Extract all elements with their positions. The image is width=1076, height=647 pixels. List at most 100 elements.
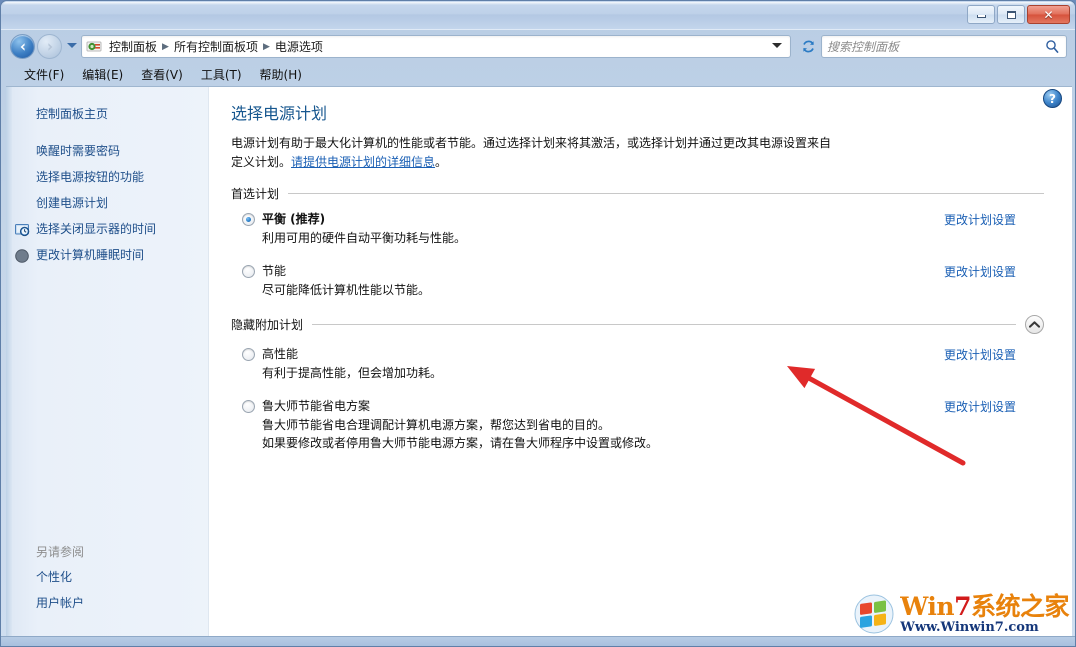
help-icon: ? [1049, 92, 1056, 106]
sidebar-item-require-password[interactable]: 唤醒时需要密码 [6, 138, 208, 164]
close-button[interactable]: ✕ [1027, 5, 1070, 24]
window-controls: ✕ [967, 5, 1070, 24]
see-also-item-personalization[interactable]: 个性化 [6, 564, 208, 590]
breadcrumb: 控制面板 ▶ 所有控制面板项 ▶ 电源选项 [105, 37, 764, 56]
sidebar: 控制面板主页 唤醒时需要密码 选择电源按钮的功能 创建电源计划 选择关闭显示器的… [6, 87, 209, 638]
control-panel-window: ✕ [0, 0, 1076, 647]
plan-row: 鲁大师节能省电方案 [231, 398, 1044, 414]
help-button[interactable]: ? [1043, 89, 1062, 108]
group-title: 首选计划 [231, 185, 279, 202]
change-plan-settings-link-power-saver[interactable]: 更改计划设置 [944, 263, 1016, 280]
plan-name: 节能 [262, 263, 286, 279]
breadcrumb-separator: ▶ [262, 42, 271, 52]
breadcrumb-separator: ▶ [161, 42, 170, 52]
status-bar [1, 636, 1075, 646]
plan-description: 鲁大师节能省电合理调配计算机电源方案，帮您达到省电的目的。 [262, 416, 1044, 434]
plan-name: 平衡 (推荐) [262, 211, 325, 227]
back-button[interactable] [10, 34, 35, 59]
plan-description: 利用可用的硬件自动平衡功耗与性能。 [262, 229, 1044, 247]
group-divider [288, 193, 1044, 194]
forward-arrow-icon [44, 41, 56, 53]
plan-row: 高性能 [231, 346, 1044, 362]
search-input[interactable] [822, 37, 1045, 56]
history-dropdown-button[interactable] [67, 42, 77, 52]
change-plan-settings-link-balanced[interactable]: 更改计划设置 [944, 211, 1016, 228]
menu-bar: 文件(F) 编辑(E) 查看(V) 工具(T) 帮助(H) [1, 63, 1075, 85]
address-dropdown-button[interactable] [764, 42, 790, 52]
chevron-down-icon [67, 42, 77, 49]
chevron-down-icon [772, 42, 782, 49]
watermark-brand-seven: 7 [954, 592, 971, 621]
see-also-title: 另请参阅 [6, 539, 208, 564]
group-heading-preferred-plans: 首选计划 [231, 185, 1044, 202]
sidebar-item-power-button-function[interactable]: 选择电源按钮的功能 [6, 164, 208, 190]
plan-row: 节能 [231, 263, 1044, 279]
change-plan-settings-link-ludashi[interactable]: 更改计划设置 [944, 398, 1016, 415]
group-heading-hidden-plans: 隐藏附加计划 [231, 315, 1044, 334]
see-also-section: 另请参阅 个性化 用户帐户 [6, 539, 208, 616]
power-plan-details-link[interactable]: 请提供电源计划的详细信息 [291, 155, 435, 169]
plan-description-line2: 如果要修改或者停用鲁大师节能电源方案，请在鲁大师程序中设置或修改。 [262, 434, 1044, 452]
page-title: 选择电源计划 [231, 103, 1044, 125]
watermark-brand-rest: 系统之家 [971, 592, 1069, 621]
refresh-icon [801, 39, 816, 54]
back-arrow-icon [17, 41, 29, 53]
title-bar: ✕ [1, 1, 1075, 30]
breadcrumb-item-1[interactable]: 所有控制面板项 [170, 37, 262, 56]
menu-help[interactable]: 帮助(H) [251, 64, 311, 85]
sidebar-item-label: 更改计算机睡眠时间 [36, 248, 144, 262]
monitor-clock-icon [14, 222, 30, 238]
change-plan-settings-link-high-performance[interactable]: 更改计划设置 [944, 346, 1016, 363]
menu-view[interactable]: 查看(V) [132, 64, 192, 85]
plan-radio-power-saver[interactable] [242, 265, 255, 278]
plan-high-performance: 高性能 有利于提高性能，但会增加功耗。 更改计划设置 [231, 346, 1044, 382]
menu-edit[interactable]: 编辑(E) [73, 64, 132, 85]
forward-button[interactable] [37, 34, 62, 59]
menu-tools[interactable]: 工具(T) [192, 64, 251, 85]
refresh-button[interactable] [797, 36, 819, 57]
main-content: ? 选择电源计划 电源计划有助于最大化计算机的性能或者节能。通过选择计划来将其激… [209, 87, 1072, 638]
sidebar-item-label: 选择关闭显示器的时间 [36, 222, 156, 236]
plan-description: 有利于提高性能，但会增加功耗。 [262, 364, 1044, 382]
plan-radio-high-performance[interactable] [242, 348, 255, 361]
watermark-brand: Win7系统之家 [900, 594, 1069, 619]
sidebar-item-control-panel-home[interactable]: 控制面板主页 [6, 101, 208, 127]
breadcrumb-item-2[interactable]: 电源选项 [271, 37, 327, 56]
sleep-moon-icon [14, 248, 30, 264]
watermark-text: Win7系统之家 Www.Winwin7.com [900, 594, 1069, 634]
plan-radio-ludashi[interactable] [242, 400, 255, 413]
search-box[interactable] [821, 35, 1067, 58]
address-bar[interactable]: 控制面板 ▶ 所有控制面板项 ▶ 电源选项 [81, 35, 791, 58]
minimize-button[interactable] [967, 5, 995, 24]
search-icon [1045, 39, 1060, 54]
watermark-url: Www.Winwin7.com [900, 621, 1069, 634]
group-divider [312, 324, 1016, 325]
navigation-bar: 控制面板 ▶ 所有控制面板项 ▶ 电源选项 [1, 30, 1075, 63]
group-title: 隐藏附加计划 [231, 316, 303, 333]
plan-power-saver: 节能 尽可能降低计算机性能以节能。 更改计划设置 [231, 263, 1044, 299]
plan-ludashi: 鲁大师节能省电方案 鲁大师节能省电合理调配计算机电源方案，帮您达到省电的目的。 … [231, 398, 1044, 452]
breadcrumb-item-0[interactable]: 控制面板 [105, 37, 161, 56]
plan-balanced: 平衡 (推荐) 利用可用的硬件自动平衡功耗与性能。 更改计划设置 [231, 211, 1044, 247]
maximize-button[interactable] [997, 5, 1025, 24]
titlebar-highlight [3, 2, 1073, 5]
content-panes: 控制面板主页 唤醒时需要密码 选择电源按钮的功能 创建电源计划 选择关闭显示器的… [6, 86, 1072, 638]
sidebar-item-create-power-plan[interactable]: 创建电源计划 [6, 190, 208, 216]
watermark: Win7系统之家 Www.Winwin7.com [854, 594, 1069, 634]
sidebar-item-change-sleep-time[interactable]: 更改计算机睡眠时间 [6, 242, 208, 268]
control-panel-icon [86, 38, 103, 55]
page-description-text-2: 。 [435, 155, 447, 169]
close-icon: ✕ [1043, 8, 1053, 22]
sidebar-item-choose-display-off-time[interactable]: 选择关闭显示器的时间 [6, 216, 208, 242]
plan-name: 高性能 [262, 346, 298, 362]
minimize-icon [977, 15, 986, 18]
plan-row: 平衡 (推荐) [231, 211, 1044, 227]
maximize-icon [1007, 11, 1016, 19]
chevron-up-icon[interactable] [1025, 315, 1044, 334]
plan-name: 鲁大师节能省电方案 [262, 398, 370, 414]
plan-radio-balanced[interactable] [242, 213, 255, 226]
nav-buttons [10, 34, 81, 59]
see-also-item-user-accounts[interactable]: 用户帐户 [6, 590, 208, 616]
watermark-brand-win: Win [900, 592, 954, 621]
menu-file[interactable]: 文件(F) [15, 64, 73, 85]
